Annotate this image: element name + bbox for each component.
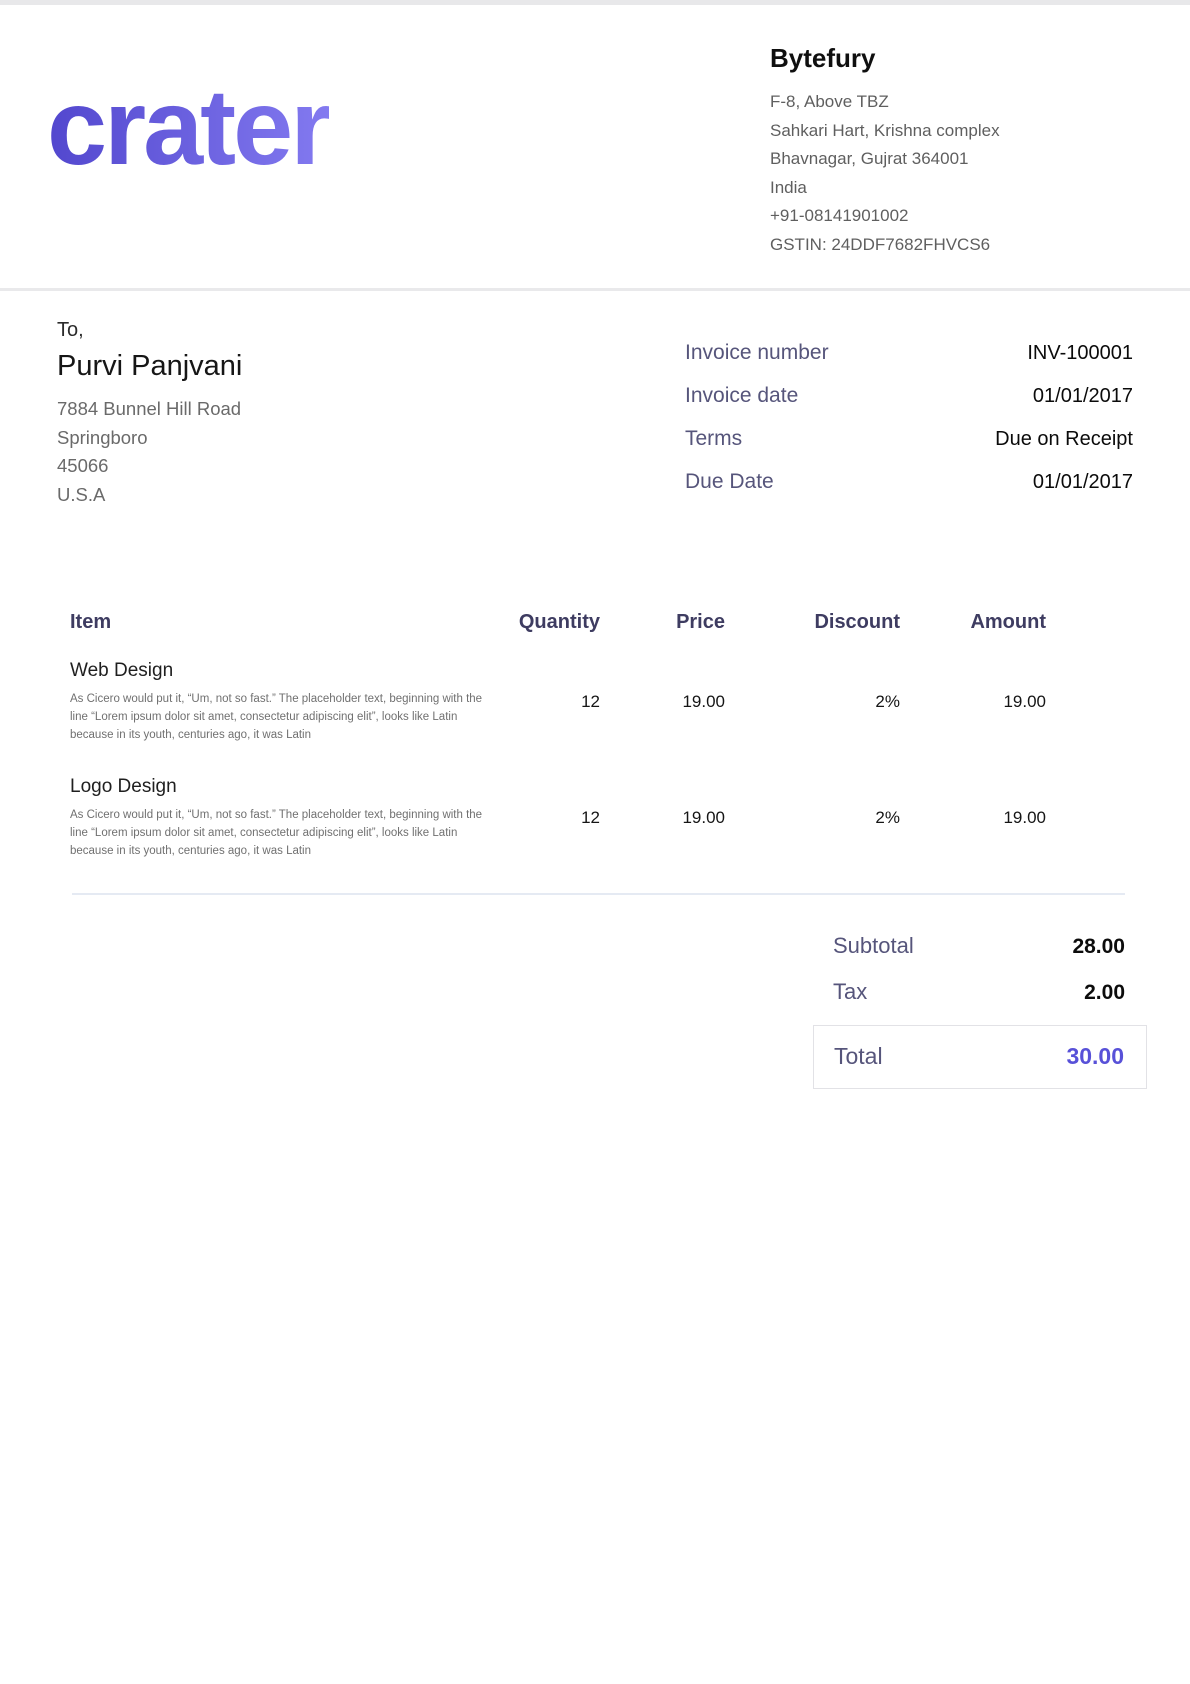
invoice-number-row: Invoice number INV-100001	[685, 341, 1133, 365]
invoice-date-label: Invoice date	[685, 384, 798, 408]
company-gstin: GSTIN: 24DDF7682FHVCS6	[770, 231, 1060, 260]
terms-value: Due on Receipt	[995, 428, 1133, 451]
customer-address: 7884 Bunnel Hill Road Springboro 45066 U…	[57, 395, 477, 510]
bill-to-label: To,	[57, 319, 477, 342]
column-header-item: Item	[70, 611, 490, 660]
company-name: Bytefury	[770, 43, 1060, 74]
invoice-number-value: INV-100001	[1027, 342, 1133, 365]
tax-label: Tax	[833, 979, 867, 1005]
due-date-value: 01/01/2017	[1033, 471, 1133, 494]
company-phone: +91-08141901002	[770, 202, 1060, 231]
company-address-line: Bhavnagar, Gujrat 364001	[770, 145, 1060, 174]
item-amount: 19.00	[900, 660, 1046, 744]
company-address-line: Sahkari Hart, Krishna complex	[770, 117, 1060, 146]
totals-block: Subtotal 28.00 Tax 2.00	[833, 933, 1125, 1005]
customer-address-line: Springboro	[57, 424, 477, 453]
item-description: As Cicero would put it, “Um, not so fast…	[70, 807, 490, 860]
item-price: 19.00	[600, 660, 725, 744]
item-quantity: 12	[490, 776, 600, 860]
item-price: 19.00	[600, 776, 725, 860]
invoice-info-section: To, Purvi Panjvani 7884 Bunnel Hill Road…	[0, 291, 1190, 513]
crater-logo: crater	[47, 73, 329, 181]
item-amount: 19.00	[900, 776, 1046, 860]
invoice-meta-block: Invoice number INV-100001 Invoice date 0…	[685, 341, 1133, 513]
company-address: F-8, Above TBZ Sahkari Hart, Krishna com…	[770, 88, 1060, 259]
total-label: Total	[834, 1043, 883, 1070]
terms-row: Terms Due on Receipt	[685, 427, 1133, 451]
item-description: As Cicero would put it, “Um, not so fast…	[70, 691, 490, 744]
item-quantity: 12	[490, 660, 600, 744]
total-box: Total 30.00	[813, 1025, 1147, 1089]
subtotal-row: Subtotal 28.00	[833, 933, 1125, 959]
item-name: Web Design	[70, 660, 490, 682]
column-header-amount: Amount	[900, 611, 1046, 660]
subtotal-value: 28.00	[1072, 935, 1125, 959]
company-info: Bytefury F-8, Above TBZ Sahkari Hart, Kr…	[770, 43, 1060, 259]
table-row: Web Design As Cicero would put it, “Um, …	[70, 660, 1046, 744]
tax-value: 2.00	[1084, 981, 1125, 1005]
subtotal-label: Subtotal	[833, 933, 914, 959]
customer-name: Purvi Panjvani	[57, 350, 477, 383]
tax-row: Tax 2.00	[833, 979, 1125, 1005]
table-row: Logo Design As Cicero would put it, “Um,…	[70, 776, 1046, 860]
invoice-header: crater Bytefury F-8, Above TBZ Sahkari H…	[0, 5, 1190, 291]
item-cell: Web Design As Cicero would put it, “Um, …	[70, 660, 490, 744]
column-header-price: Price	[600, 611, 725, 660]
due-date-row: Due Date 01/01/2017	[685, 470, 1133, 494]
invoice-number-label: Invoice number	[685, 341, 829, 365]
customer-address-line: U.S.A	[57, 481, 477, 510]
company-address-line: F-8, Above TBZ	[770, 88, 1060, 117]
item-discount: 2%	[725, 776, 900, 860]
total-value: 30.00	[1066, 1043, 1124, 1070]
customer-address-line: 45066	[57, 452, 477, 481]
item-cell: Logo Design As Cicero would put it, “Um,…	[70, 776, 490, 860]
invoice-date-value: 01/01/2017	[1033, 385, 1133, 408]
item-name: Logo Design	[70, 776, 490, 798]
item-discount: 2%	[725, 660, 900, 744]
column-header-discount: Discount	[725, 611, 900, 660]
bill-to-block: To, Purvi Panjvani 7884 Bunnel Hill Road…	[57, 319, 477, 513]
customer-address-line: 7884 Bunnel Hill Road	[57, 395, 477, 424]
column-header-quantity: Quantity	[490, 611, 600, 660]
invoice-date-row: Invoice date 01/01/2017	[685, 384, 1133, 408]
items-table: Item Quantity Price Discount Amount Web …	[70, 611, 1046, 895]
company-address-line: India	[770, 174, 1060, 203]
items-table-header: Item Quantity Price Discount Amount	[70, 611, 1046, 660]
due-date-label: Due Date	[685, 470, 774, 494]
terms-label: Terms	[685, 427, 742, 451]
table-bottom-divider	[72, 893, 1125, 895]
